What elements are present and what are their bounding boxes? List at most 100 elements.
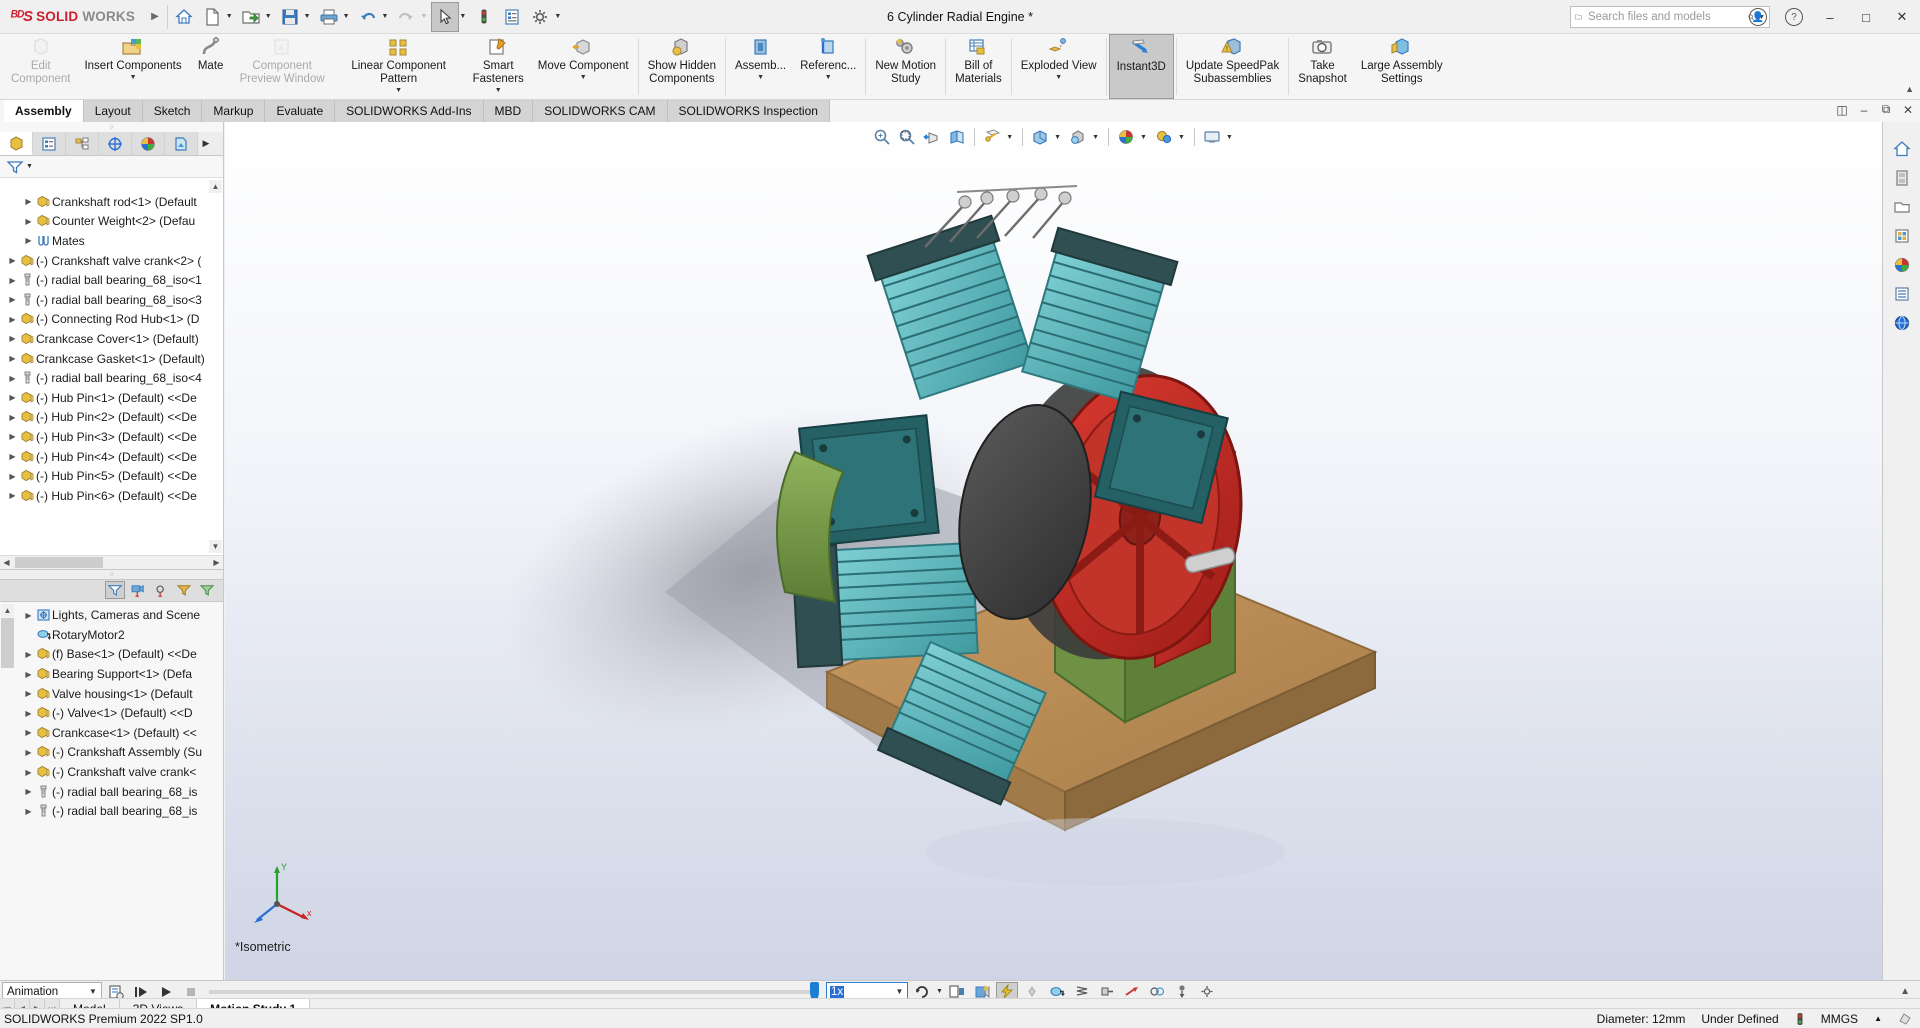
tree-expand-arrow[interactable]: ▶ [22, 670, 35, 679]
help-icon[interactable]: ? [1776, 0, 1812, 34]
tree-expand-arrow[interactable]: ▶ [22, 787, 35, 796]
tree-item[interactable]: ▶ (-) radial ball bearing_68_iso<4 [0, 368, 223, 388]
tree-item[interactable]: ▶ (-) radial ball bearing_68_is [0, 801, 223, 821]
feature-manager-tree[interactable]: ▲ ▼ ◀ ▶ ▶ Crankshaft rod<1> (Default ▶ Coun… [0, 178, 223, 569]
filter-caret[interactable]: ▼ [26, 163, 33, 170]
maximize-button[interactable]: □ [1848, 0, 1884, 34]
tree-item[interactable]: ▶ Counter Weight<2> (Defau [0, 212, 223, 232]
custom-views-button[interactable] [1888, 281, 1916, 307]
tree-item[interactable]: ▶ Crankcase<1> (Default) << [0, 723, 223, 743]
apply-scene-button-caret[interactable]: ▼ [1140, 134, 1150, 141]
status-units-label[interactable]: MMGS [1821, 1012, 1858, 1026]
ribbon-button-assembly-features[interactable]: Assemb... ▼ [728, 34, 793, 99]
tree-item[interactable]: ▶ (-) Hub Pin<6> (Default) <<De [0, 486, 223, 506]
tree-expand-arrow[interactable]: ▶ [22, 650, 35, 659]
animbar-collapse-caret[interactable]: ▲ [1900, 986, 1920, 997]
scenes-button[interactable] [1888, 194, 1916, 220]
tree-expand-arrow[interactable]: ▶ [6, 393, 19, 402]
ribbon-button-reference-geometry[interactable]: Referenc... ▼ [793, 34, 863, 99]
filter-all-button[interactable] [105, 581, 125, 599]
ribbon-button-move-component[interactable]: Move Component ▼ [531, 34, 636, 99]
ribbon-button-caret[interactable]: ▼ [825, 74, 832, 82]
motion-tree-scroll-up[interactable]: ▲ [1, 603, 14, 617]
tree-scroll-down[interactable]: ▼ [209, 539, 222, 553]
tree-expand-arrow[interactable]: ▶ [22, 689, 35, 698]
tree-expand-arrow[interactable]: ▶ [6, 334, 19, 343]
display-manager-tab[interactable] [132, 132, 165, 155]
redo-button[interactable] [392, 2, 420, 32]
save-caret[interactable]: ▼ [304, 13, 315, 20]
tab-solidworks-cam[interactable]: SOLIDWORKS CAM [533, 100, 668, 122]
tree-item[interactable]: ▶ Valve housing<1> (Default [0, 684, 223, 704]
ribbon-collapse-caret[interactable]: ▲ [1905, 84, 1914, 94]
options-caret[interactable]: ▼ [554, 13, 565, 20]
redo-caret[interactable]: ▼ [420, 13, 431, 20]
tree-item[interactable]: ▶ (-) radial ball bearing_68_is [0, 782, 223, 802]
new-document-caret[interactable]: ▼ [226, 13, 237, 20]
tree-expand-arrow[interactable]: ▶ [6, 374, 19, 383]
render-tools-button[interactable] [1888, 310, 1916, 336]
ribbon-button-show-hidden-components[interactable]: Show Hidden Components [641, 34, 723, 99]
timeline-slider[interactable] [209, 981, 819, 1001]
feature-manager-tab[interactable] [0, 132, 33, 155]
filter-results-button[interactable] [197, 581, 217, 599]
ribbon-button-instant3d[interactable]: Instant3D [1108, 34, 1174, 99]
tree-item[interactable]: ▶ (-) radial ball bearing_68_iso<3 [0, 290, 223, 310]
viewport-button[interactable] [1201, 126, 1223, 148]
open-document-button[interactable] [237, 2, 265, 32]
tree-item[interactable]: ▶ Mates [0, 231, 223, 251]
motion-manager-tree[interactable]: ▲ ▶ Lights, Cameras and Scene RotaryMotor2… [0, 601, 223, 982]
tree-expand-arrow[interactable]: ▶ [6, 432, 19, 441]
tree-expand-arrow[interactable]: ▶ [6, 452, 19, 461]
doc-restore-icon[interactable]: ⧉ [1878, 102, 1894, 117]
tree-expand-arrow[interactable]: ▶ [22, 728, 35, 737]
tree-expand-arrow[interactable]: ▶ [22, 709, 35, 718]
tab-evaluate[interactable]: Evaluate [265, 100, 336, 122]
hscroll-right-arrow[interactable]: ▶ [210, 558, 223, 567]
hide-show-items-button-caret[interactable]: ▼ [1092, 134, 1102, 141]
tree-item[interactable]: ▶ Crankcase Cover<1> (Default) [0, 329, 223, 349]
tree-item[interactable]: ▶ (f) Base<1> (Default) <<De [0, 645, 223, 665]
status-overlay-icon[interactable] [1898, 1012, 1912, 1026]
close-button[interactable]: ✕ [1884, 0, 1920, 34]
tree-item[interactable]: ▶ Lights, Cameras and Scene [0, 606, 223, 626]
playback-mode-caret[interactable]: ▼ [936, 988, 943, 995]
tree-expand-arrow[interactable]: ▶ [6, 295, 19, 304]
ribbon-button-exploded-view[interactable]: Exploded View ▼ [1014, 34, 1104, 99]
restore-panel-icon[interactable]: ◫ [1834, 103, 1850, 117]
doc-close-icon[interactable]: ✕ [1900, 103, 1916, 117]
view-orientation-button-caret[interactable]: ▼ [1006, 134, 1016, 141]
save-button[interactable] [276, 2, 304, 32]
tree-expand-arrow[interactable]: ▶ [22, 768, 35, 777]
search-input[interactable] [1585, 10, 1744, 24]
tree-item[interactable]: ▶ (-) Hub Pin<2> (Default) <<De [0, 408, 223, 428]
zoom-to-area-button[interactable] [896, 126, 918, 148]
property-manager-tab[interactable] [33, 132, 66, 155]
graphics-area[interactable]: ▼ ▼ ▼ ▼ ▼ ▼ Y x *Isometric [225, 122, 1882, 982]
tab-solidworks-add-ins[interactable]: SOLIDWORKS Add-Ins [335, 100, 484, 122]
ribbon-button-mate[interactable]: Mate [189, 34, 233, 99]
tree-item[interactable]: ▶ (-) Valve<1> (Default) <<D [0, 703, 223, 723]
view-home-button[interactable] [1888, 136, 1916, 162]
home-button[interactable] [170, 2, 198, 32]
hscroll-left-arrow[interactable]: ◀ [0, 558, 13, 567]
viewport-button-caret[interactable]: ▼ [1226, 134, 1236, 141]
tree-expand-arrow[interactable]: ▶ [6, 354, 19, 363]
ribbon-button-linear-component-pattern[interactable]: Linear Component Pattern ▼ [332, 34, 466, 99]
ribbon-button-update-speedpak-subassemblies[interactable]: ! Update SpeedPak Subassemblies [1179, 34, 1286, 99]
ribbon-button-caret[interactable]: ▼ [1055, 74, 1062, 82]
tree-expand-arrow[interactable]: ▶ [6, 276, 19, 285]
tab-layout[interactable]: Layout [83, 100, 143, 122]
tree-item[interactable]: ▶ (-) Hub Pin<5> (Default) <<De [0, 466, 223, 486]
view-orientation-button[interactable] [981, 126, 1003, 148]
hscroll-thumb[interactable] [15, 556, 103, 568]
tab-markup[interactable]: Markup [202, 100, 266, 122]
hide-show-items-button[interactable] [1067, 126, 1089, 148]
tree-item[interactable]: ▶ (-) Hub Pin<4> (Default) <<De [0, 447, 223, 467]
configuration-manager-tab[interactable] [66, 132, 99, 155]
status-units-caret[interactable]: ▲ [1874, 1014, 1882, 1023]
ribbon-button-caret[interactable]: ▼ [130, 74, 137, 82]
ribbon-button-insert-components[interactable]: Insert Components ▼ [77, 34, 188, 99]
menu-expand-arrow[interactable]: ▶ [145, 11, 165, 22]
ribbon-button-take-snapshot[interactable]: Take Snapshot [1291, 34, 1354, 99]
